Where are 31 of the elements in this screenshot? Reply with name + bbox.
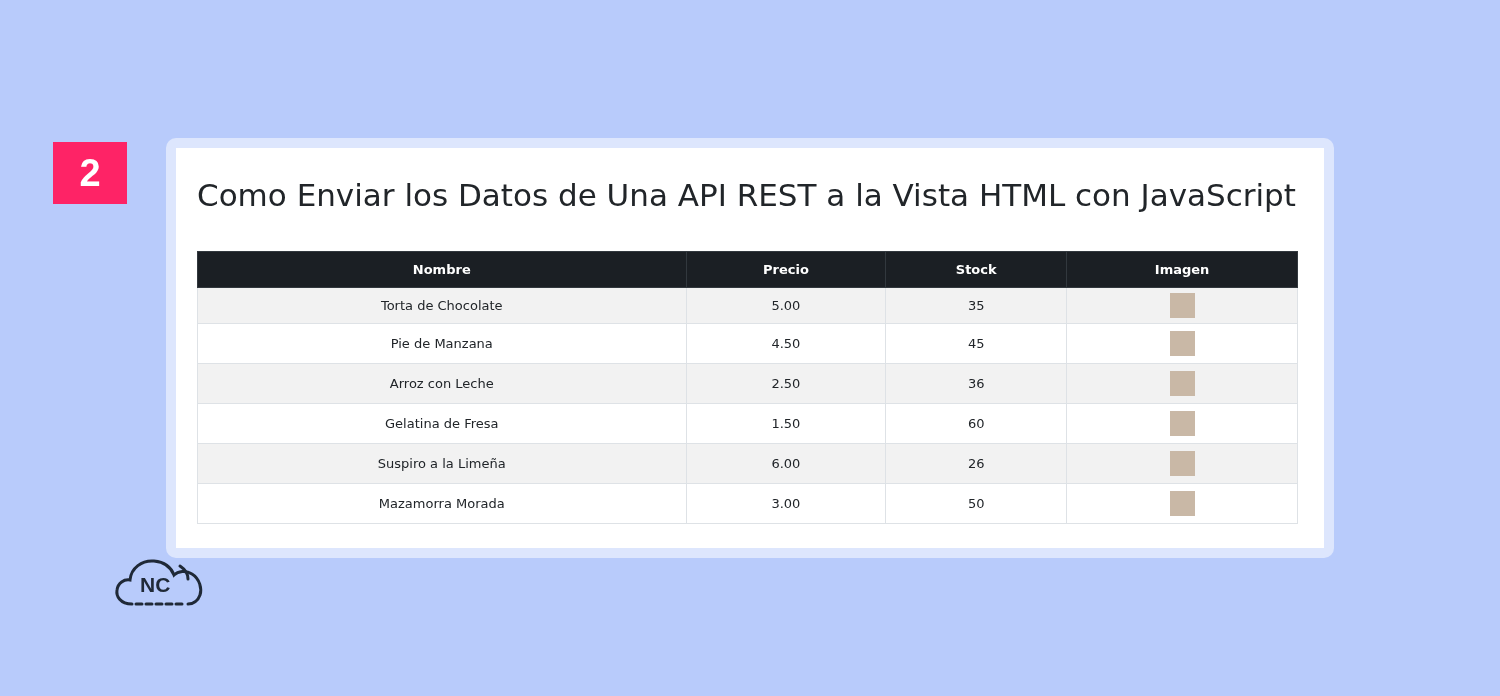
column-header: Imagen — [1066, 251, 1298, 288]
photo-placeholder — [1169, 451, 1195, 476]
table-cell: 6.00 — [686, 443, 886, 484]
table-cell: Mazamorra Morada — [197, 483, 686, 524]
column-header: Stock — [885, 251, 1067, 288]
step-badge: 2 — [53, 142, 127, 204]
table-cell: 36 — [885, 363, 1067, 404]
table-cell: 60 — [885, 403, 1067, 444]
photo-placeholder — [1169, 371, 1195, 396]
column-header: Nombre — [197, 251, 686, 288]
table-cell: 50 — [885, 483, 1067, 524]
page-title: Como Enviar los Datos de Una API REST a la Vista HTML con JavaScript — [197, 176, 1297, 215]
table-cell: Torta de Chocolate — [197, 287, 686, 324]
table-cell: 1.50 — [686, 403, 886, 444]
table-cell: 45 — [885, 323, 1067, 364]
table-cell: Gelatina de Fresa — [197, 403, 686, 444]
table-cell: Pie de Manzana — [197, 323, 686, 364]
table-cell: Suspiro a la Limeña — [197, 443, 686, 484]
photo-placeholder — [1169, 411, 1195, 436]
table-cell: 3.00 — [686, 483, 886, 524]
column-header: Precio — [686, 251, 886, 288]
table-cell: Arroz con Leche — [197, 363, 686, 404]
photo-placeholder — [1169, 293, 1195, 318]
table-cell: 5.00 — [686, 287, 886, 324]
photo-placeholder — [1169, 491, 1195, 516]
table-cell: 35 — [885, 287, 1067, 324]
logo-text: NC — [140, 574, 171, 595]
table-cell: 26 — [885, 443, 1067, 484]
photo-placeholder — [1169, 331, 1195, 356]
table-cell: 2.50 — [686, 363, 886, 404]
table-cell: 4.50 — [686, 323, 886, 364]
